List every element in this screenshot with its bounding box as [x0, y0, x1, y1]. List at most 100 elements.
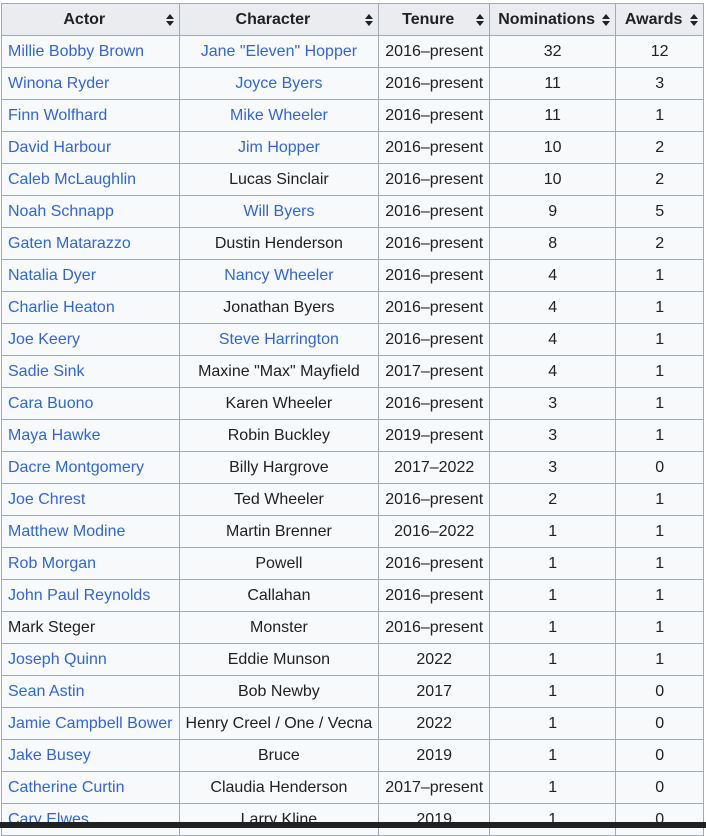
actor-cell-link[interactable]: Noah Schnapp [8, 203, 114, 220]
character-cell-link[interactable]: Steve Harrington [219, 331, 339, 348]
table-row: Millie Bobby Brown Jane "Eleven" Hopper 20… [1, 35, 705, 68]
nominations-cell-text: 1 [548, 778, 558, 796]
actor-cell-link[interactable]: Sadie Sink [8, 363, 85, 380]
character-cell-link[interactable]: Joyce Byers [235, 75, 322, 92]
tenure-cell-text: 2022 [416, 650, 452, 668]
tenure-cell-text: 2016–present [385, 234, 484, 252]
tenure-cell: 2016–present [378, 131, 491, 164]
tenure-cell-text: 2016–present [385, 138, 484, 156]
sort-icon[interactable] [690, 13, 699, 26]
character-cell-text: Dustin Henderson [214, 234, 343, 252]
actor-cell: Jake Busey [1, 739, 180, 772]
tenure-cell-text: 2016–present [385, 394, 484, 412]
tenure-cell: 2022 [378, 707, 491, 740]
table-row: Winona Ryder Joyce Byers 2016–present 11 3 [1, 67, 705, 100]
sort-icon[interactable] [165, 13, 174, 26]
awards-cell-text: 1 [655, 298, 665, 316]
actor-cell-link[interactable]: Maya Hawke [8, 427, 100, 444]
awards-cell: 1 [615, 323, 705, 356]
nominations-cell: 4 [489, 291, 617, 324]
character-cell-link[interactable]: Jane "Eleven" Hopper [201, 43, 357, 60]
awards-cell-text: 0 [655, 778, 665, 796]
tenure-cell: 2016–present [378, 259, 491, 292]
actor-cell-link[interactable]: Rob Morgan [8, 555, 96, 572]
character-cell-link[interactable]: Jim Hopper [238, 139, 320, 156]
awards-cell: 1 [615, 99, 705, 132]
actor-cell-link[interactable]: Finn Wolfhard [8, 107, 107, 124]
column-header-awards[interactable]: Awards [615, 3, 705, 36]
column-header-label: Tenure [402, 10, 455, 28]
actor-cell: Natalia Dyer [1, 259, 180, 292]
column-header-character[interactable]: Character [178, 3, 380, 36]
actor-cell: Cary Elwes [1, 803, 180, 836]
character-cell-text: Claudia Henderson [210, 778, 348, 796]
nominations-cell: 11 [489, 99, 617, 132]
nominations-cell-text: 32 [543, 42, 562, 60]
actor-cell: Cara Buono [1, 387, 180, 420]
actor-cell-link[interactable]: Charlie Heaton [8, 299, 115, 316]
actor-cell-link[interactable]: Joseph Quinn [8, 651, 107, 668]
column-header-label: Awards [624, 10, 683, 28]
actor-cell-link[interactable]: David Harbour [8, 139, 111, 156]
tenure-cell-text: 2016–present [385, 618, 484, 636]
nominations-cell: 1 [489, 707, 617, 740]
awards-cell-text: 12 [650, 42, 669, 60]
actor-cell-link[interactable]: Dacre Montgomery [8, 459, 144, 476]
actor-cell-link[interactable]: Natalia Dyer [8, 267, 96, 284]
actor-cell-link[interactable]: John Paul Reynolds [8, 587, 150, 604]
awards-cell: 2 [615, 131, 705, 164]
sort-icon[interactable] [476, 13, 485, 26]
nominations-cell: 32 [489, 35, 617, 68]
cast-awards-table: Actor Character Tenure Nominations Award… [1, 3, 705, 836]
tenure-cell: 2019 [378, 739, 491, 772]
awards-cell-text: 1 [655, 618, 665, 636]
sort-icon[interactable] [365, 13, 374, 26]
tenure-cell: 2016–present [378, 227, 491, 260]
character-cell: Steve Harrington [178, 323, 380, 356]
actor-cell: Catherine Curtin [1, 771, 180, 804]
actor-cell-link[interactable]: Sean Astin [8, 683, 85, 700]
actor-cell-link[interactable]: Catherine Curtin [8, 779, 125, 796]
actor-cell-link[interactable]: Gaten Matarazzo [8, 235, 131, 252]
awards-cell: 1 [615, 259, 705, 292]
character-cell-link[interactable]: Mike Wheeler [230, 107, 328, 124]
actor-cell-link[interactable]: Joe Chrest [8, 491, 85, 508]
window-bottom-edge [0, 822, 706, 828]
character-cell-text: Lucas Sinclair [229, 170, 329, 188]
awards-cell: 0 [615, 739, 705, 772]
column-header-nominations[interactable]: Nominations [489, 3, 617, 36]
table-row: Rob Morgan Powell 2016–present 1 1 [1, 547, 705, 580]
actor-cell-link[interactable]: Matthew Modine [8, 523, 125, 540]
actor-cell: John Paul Reynolds [1, 579, 180, 612]
character-cell-link[interactable]: Nancy Wheeler [224, 267, 333, 284]
character-cell-link[interactable]: Will Byers [243, 203, 314, 220]
character-cell: Jane "Eleven" Hopper [178, 35, 380, 68]
actor-cell-link[interactable]: Joe Keery [8, 331, 80, 348]
awards-cell-text: 0 [655, 746, 665, 764]
character-cell: Bob Newby [178, 675, 380, 708]
tenure-cell-text: 2016–present [385, 106, 484, 124]
table-row: Natalia Dyer Nancy Wheeler 2016–present 4 1 [1, 259, 705, 292]
actor-cell-link[interactable]: Jamie Campbell Bower [8, 715, 173, 732]
column-header-actor[interactable]: Actor [1, 3, 180, 36]
actor-cell: Dacre Montgomery [1, 451, 180, 484]
tenure-cell-text: 2019–present [385, 426, 484, 444]
actor-cell-link[interactable]: Cara Buono [8, 395, 93, 412]
character-cell-text: Jonathan Byers [223, 298, 335, 316]
column-header-tenure[interactable]: Tenure [378, 3, 491, 36]
character-cell: Dustin Henderson [178, 227, 380, 260]
sort-icon[interactable] [602, 13, 611, 26]
actor-cell-link[interactable]: Winona Ryder [8, 75, 109, 92]
table-row: Joe Keery Steve Harrington 2016–present 4 1 [1, 323, 705, 356]
awards-cell: 1 [615, 387, 705, 420]
nominations-cell-text: 8 [548, 234, 558, 252]
character-cell-text: Maxine "Max" Mayfield [198, 362, 360, 380]
actor-cell-link[interactable]: Millie Bobby Brown [8, 43, 144, 60]
actor-cell-link[interactable]: Caleb McLaughlin [8, 171, 136, 188]
awards-cell-text: 1 [655, 330, 665, 348]
actor-cell: Joseph Quinn [1, 643, 180, 676]
character-cell-text: Henry Creel / One / Vecna [185, 714, 373, 732]
actor-cell-link[interactable]: Jake Busey [8, 747, 91, 764]
actor-cell: Finn Wolfhard [1, 99, 180, 132]
nominations-cell-text: 3 [548, 458, 558, 476]
